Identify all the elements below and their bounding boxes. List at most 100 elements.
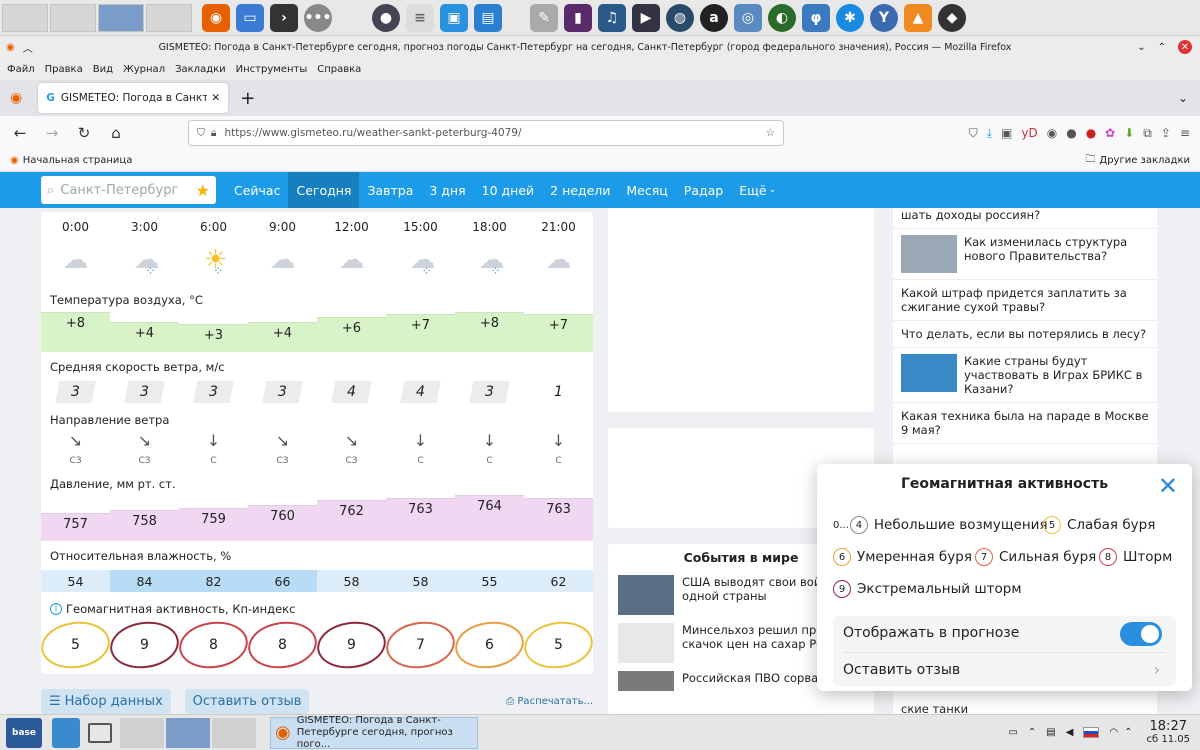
news-item[interactable]: Какой штраф придется заплатить за сжиган… xyxy=(893,280,1157,321)
extension-red-icon[interactable]: ● xyxy=(1086,126,1096,141)
close-tab-icon[interactable]: ✕ xyxy=(211,92,220,104)
close-window-icon[interactable]: ✕ xyxy=(1178,40,1192,54)
bookmark-star-icon[interactable]: ☆ xyxy=(766,127,775,139)
webcam-launcher-icon[interactable]: ◎ xyxy=(734,3,762,32)
nav-3days[interactable]: 3 дня xyxy=(421,172,473,208)
nav-radar[interactable]: Радар xyxy=(676,172,731,208)
minimize-icon[interactable]: ⌄ xyxy=(1137,42,1145,53)
dataset-button[interactable]: ☰ Набор данных xyxy=(41,688,171,714)
firefox-view-icon[interactable]: ◉ xyxy=(10,90,22,106)
tab-list-icon[interactable]: ⌄ xyxy=(1178,91,1188,105)
workspace-3[interactable] xyxy=(98,3,144,32)
extension-badge-icon[interactable]: ▣ xyxy=(1001,126,1012,141)
expand-tray-icon[interactable]: ⌃ xyxy=(1028,727,1036,738)
back-icon[interactable]: ← xyxy=(6,119,34,147)
show-in-forecast-toggle[interactable] xyxy=(1120,622,1162,646)
yd-icon[interactable]: yD xyxy=(1021,126,1037,141)
news-item[interactable]: Как изменилась структура нового Правител… xyxy=(893,229,1157,280)
menu-view[interactable]: Вид xyxy=(93,64,113,75)
new-tab-icon[interactable]: + xyxy=(240,88,255,109)
extension-d-icon[interactable]: ◉ xyxy=(1047,126,1057,141)
document-launcher-icon[interactable]: ≡ xyxy=(406,3,434,32)
ball-launcher-icon[interactable]: ◆ xyxy=(938,3,966,32)
workspace-1[interactable] xyxy=(2,3,48,32)
extension-circle-icon[interactable]: ● xyxy=(1066,126,1076,141)
files-taskbar-icon[interactable] xyxy=(52,717,80,748)
workspace-pager-1[interactable] xyxy=(120,717,164,748)
news-text[interactable]: Как изменилась структура нового Правител… xyxy=(964,235,1149,273)
audio-launcher-icon[interactable]: ♫ xyxy=(598,3,626,32)
web-launcher-icon[interactable]: ◍ xyxy=(666,3,694,32)
show-desktop-icon[interactable] xyxy=(88,722,112,743)
more-launcher-icon[interactable]: ••• xyxy=(304,3,332,32)
bookmark-home[interactable]: Начальная страница xyxy=(23,155,133,166)
forward-icon[interactable]: → xyxy=(38,119,66,147)
wifi-icon[interactable]: ◠ xyxy=(1109,727,1118,738)
clipboard-icon[interactable]: ▤ xyxy=(1046,727,1055,738)
task-firefox-window[interactable]: ◉ GISMETEO: Погода в Санкт-Петербурге се… xyxy=(270,715,478,750)
print-link[interactable]: ⎙ Распечатать... xyxy=(506,696,593,707)
firefox-launcher-icon[interactable]: ◉ xyxy=(202,3,230,32)
reload-icon[interactable]: ↻ xyxy=(70,119,98,147)
store-launcher-icon[interactable]: ▣ xyxy=(440,3,468,32)
video-launcher-icon[interactable]: ▶ xyxy=(632,3,660,32)
home-icon[interactable]: ⌂ xyxy=(102,119,130,147)
menu-help[interactable]: Справка xyxy=(317,64,361,75)
files-launcher-icon[interactable]: ▭ xyxy=(236,3,264,32)
menu-tools[interactable]: Инструменты xyxy=(236,64,308,75)
collapse-icon[interactable]: ︿ xyxy=(23,40,33,55)
menu-file[interactable]: Файл xyxy=(7,64,35,75)
menu-icon[interactable]: ≡ xyxy=(1180,126,1190,141)
workspace-pager-3[interactable] xyxy=(212,717,256,748)
feedback-button[interactable]: Оставить отзыв xyxy=(184,688,310,714)
info-icon[interactable]: i xyxy=(50,603,62,615)
a-launcher-icon[interactable]: a xyxy=(700,3,728,32)
share-icon[interactable]: ⇪ xyxy=(1161,126,1171,141)
tor-launcher-icon[interactable]: φ xyxy=(802,3,830,32)
close-icon[interactable]: ✕ xyxy=(1158,472,1178,500)
menu-edit[interactable]: Правка xyxy=(45,64,83,75)
city-search-text[interactable]: Санкт-Петербург xyxy=(60,183,195,198)
clock[interactable]: 18:27 сб 11.05 xyxy=(1147,720,1190,746)
yandex-launcher-icon[interactable]: Y xyxy=(870,3,898,32)
news-text[interactable]: Какие страны будут участвовать в Играх Б… xyxy=(964,354,1149,396)
start-menu-icon[interactable]: base xyxy=(6,717,42,748)
notifications-icon[interactable]: ⌃ xyxy=(1124,727,1132,738)
chevron-right-icon[interactable]: › xyxy=(1154,660,1160,679)
nav-month[interactable]: Месяц xyxy=(618,172,675,208)
workspace-pager-2[interactable] xyxy=(166,717,210,748)
language-flag-icon[interactable] xyxy=(1083,727,1100,738)
vlc-launcher-icon[interactable]: ▲ xyxy=(904,3,932,32)
writer-launcher-icon[interactable]: ▤ xyxy=(474,3,502,32)
extension-arrow-icon[interactable]: ⬇ xyxy=(1124,126,1134,141)
maximize-icon[interactable]: ⌃ xyxy=(1158,42,1166,53)
news-item[interactable]: Какие страны будут участвовать в Играх Б… xyxy=(893,348,1157,403)
nav-2weeks[interactable]: 2 недели xyxy=(542,172,618,208)
nav-more[interactable]: Ещё ⌄ xyxy=(731,172,784,208)
nav-now[interactable]: Сейчас xyxy=(226,172,288,208)
news-item[interactable]: ские танки xyxy=(893,696,976,714)
settings-launcher-icon[interactable]: ✱ xyxy=(836,3,864,32)
city-search[interactable]: ⌕ Санкт-Петербург ★ xyxy=(41,176,216,204)
battery-icon[interactable]: ▭ xyxy=(1008,727,1017,738)
media-launcher-icon[interactable]: ▮ xyxy=(564,3,592,32)
menu-bookmarks[interactable]: Закладки xyxy=(175,64,226,75)
menu-history[interactable]: Журнал xyxy=(123,64,165,75)
app-launcher-icon[interactable]: ● xyxy=(372,3,400,32)
url-text[interactable]: https://www.gismeteo.ru/weather-sankt-pe… xyxy=(224,127,765,139)
news-item[interactable]: Какая техника была на параде в Москве 9 … xyxy=(893,403,1157,444)
nav-10days[interactable]: 10 дней xyxy=(474,172,543,208)
nav-tomorrow[interactable]: Завтра xyxy=(359,172,421,208)
volume-icon[interactable]: ◀︎ xyxy=(1066,727,1074,738)
url-bar[interactable]: ⛉ 🔒︎ https://www.gismeteo.ru/weather-san… xyxy=(188,120,784,146)
news-item[interactable]: шать доходы россиян? xyxy=(893,208,1157,229)
extensions-icon[interactable]: ⧉ xyxy=(1143,126,1152,141)
news-item[interactable]: Что делать, если вы потерялись в лесу? xyxy=(893,321,1157,348)
leave-feedback-link[interactable]: Оставить отзыв xyxy=(843,662,960,678)
pocket-icon[interactable]: ⛉ xyxy=(969,126,978,141)
globe-launcher-icon[interactable]: ◐ xyxy=(768,3,796,32)
shield-icon[interactable]: ⛉ xyxy=(197,127,205,140)
terminal-launcher-icon[interactable]: › xyxy=(270,3,298,32)
extension-flower-icon[interactable]: ✿ xyxy=(1105,126,1115,141)
gimp-launcher-icon[interactable]: ✎ xyxy=(530,3,558,32)
